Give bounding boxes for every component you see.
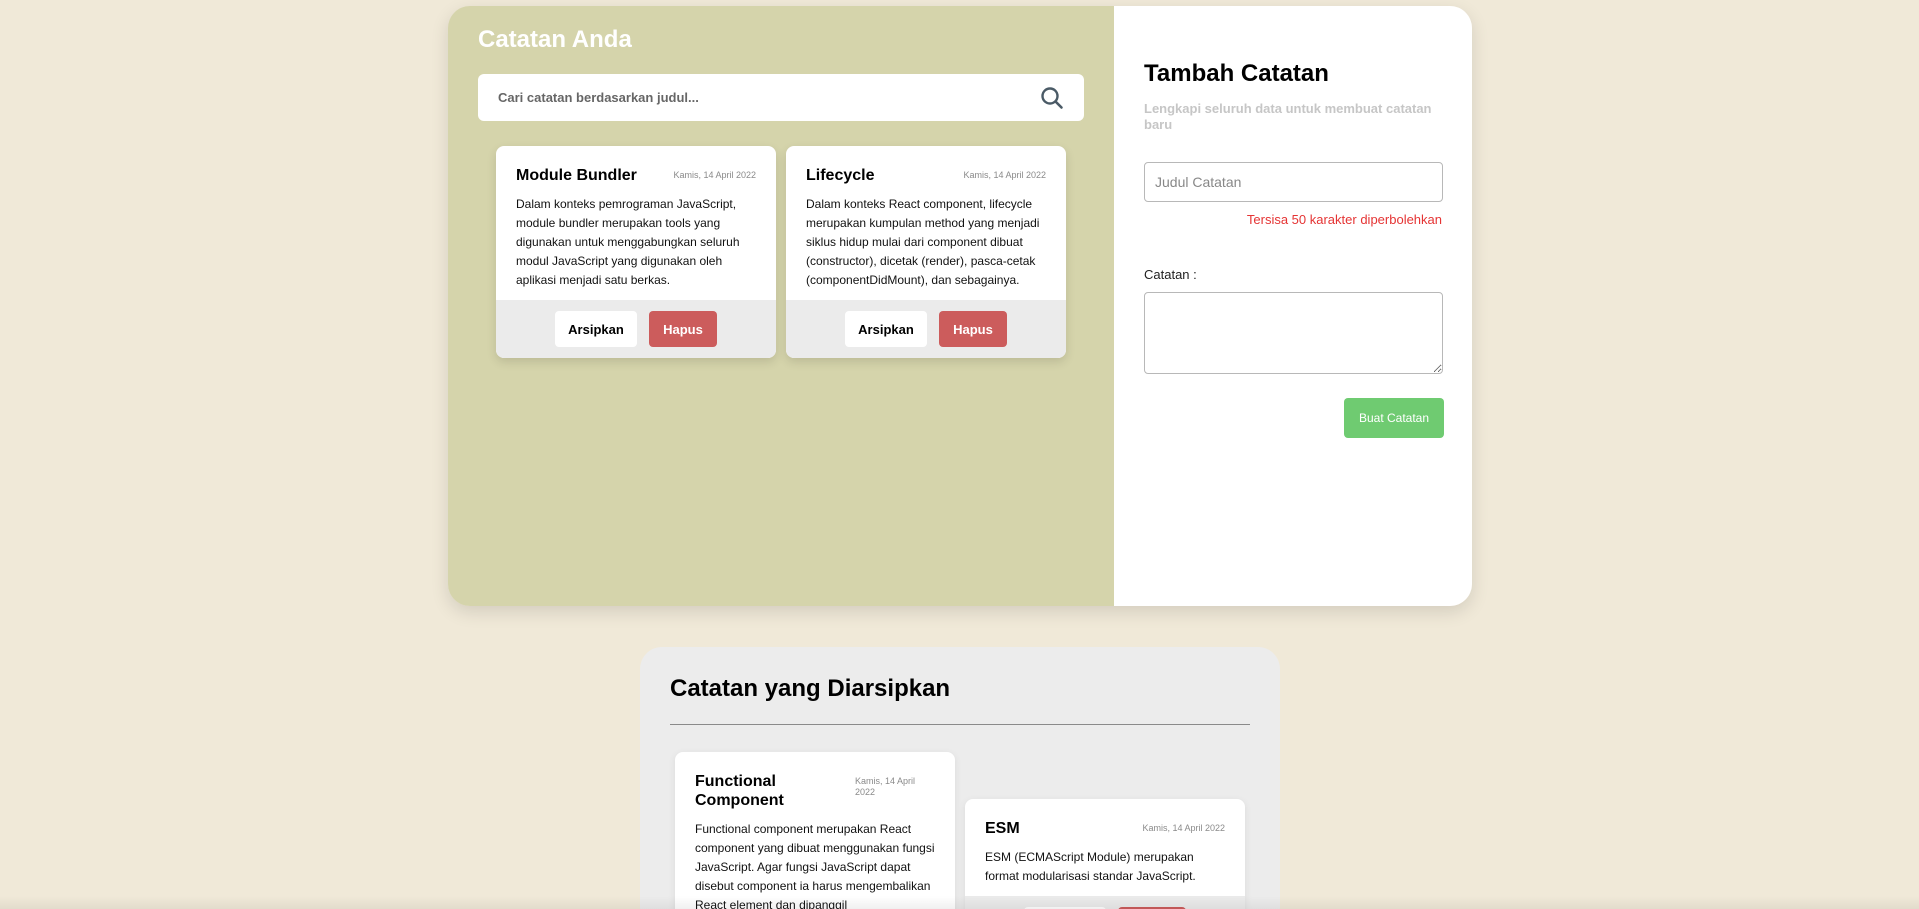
- search-bar: [478, 74, 1084, 121]
- archived-section: Catatan yang Diarsipkan Functional Compo…: [640, 647, 1280, 909]
- archive-button[interactable]: Arsipkan: [845, 311, 927, 347]
- note-body-textarea[interactable]: [1144, 292, 1443, 374]
- divider: [670, 724, 1250, 725]
- note-title: Lifecycle: [806, 167, 875, 184]
- note-body: Dalam konteks React component, lifecycle…: [806, 197, 1040, 287]
- bottom-shadow: [0, 896, 1919, 909]
- note-title-input[interactable]: [1144, 162, 1443, 202]
- note-date: Kamis, 14 April 2022: [673, 170, 756, 180]
- archived-note-card: ESM Kamis, 14 April 2022 ESM (ECMAScript…: [965, 799, 1245, 909]
- delete-button[interactable]: Hapus: [939, 311, 1007, 347]
- main-panel: Catatan Anda Module Bundler Kamis, 14 Ap…: [448, 6, 1472, 606]
- note-body: Dalam konteks pemrograman JavaScript, mo…: [516, 197, 740, 287]
- form-subtitle: Lengkapi seluruh data untuk membuat cata…: [1144, 101, 1432, 132]
- create-note-button[interactable]: Buat Catatan: [1344, 398, 1444, 438]
- search-icon[interactable]: [1040, 86, 1064, 110]
- archived-note-card: Functional Component Kamis, 14 April 202…: [675, 752, 955, 909]
- note-title: Functional Component: [695, 773, 784, 809]
- archive-button[interactable]: Arsipkan: [555, 311, 637, 347]
- note-actions: Arsipkan Hapus: [786, 300, 1066, 358]
- note-card: Lifecycle Kamis, 14 April 2022 Dalam kon…: [786, 146, 1066, 358]
- form-title: Tambah Catatan: [1144, 60, 1329, 87]
- note-title: Module Bundler: [516, 167, 637, 184]
- delete-button[interactable]: Hapus: [649, 311, 717, 347]
- notes-title: Catatan Anda: [478, 26, 632, 53]
- note-body-label: Catatan :: [1144, 267, 1197, 282]
- archived-title: Catatan yang Diarsipkan: [670, 675, 951, 702]
- search-input[interactable]: [498, 74, 1040, 121]
- note-date: Kamis, 14 April 2022: [963, 170, 1046, 180]
- note-date: Kamis, 14 April 2022: [855, 776, 916, 797]
- note-date: Kamis, 14 April 2022: [1142, 823, 1225, 833]
- note-body: ESM (ECMAScript Module) merupakan format…: [985, 850, 1196, 883]
- note-body: Functional component merupakan React com…: [695, 822, 935, 909]
- add-note-form: Tambah Catatan Lengkapi seluruh data unt…: [1114, 6, 1472, 606]
- note-card: Module Bundler Kamis, 14 April 2022 Dala…: [496, 146, 776, 358]
- notes-section: Catatan Anda Module Bundler Kamis, 14 Ap…: [448, 6, 1114, 606]
- char-counter: Tersisa 50 karakter diperbolehkan: [1246, 212, 1442, 227]
- note-title: ESM: [985, 820, 1020, 837]
- note-actions: Arsipkan Hapus: [496, 300, 776, 358]
